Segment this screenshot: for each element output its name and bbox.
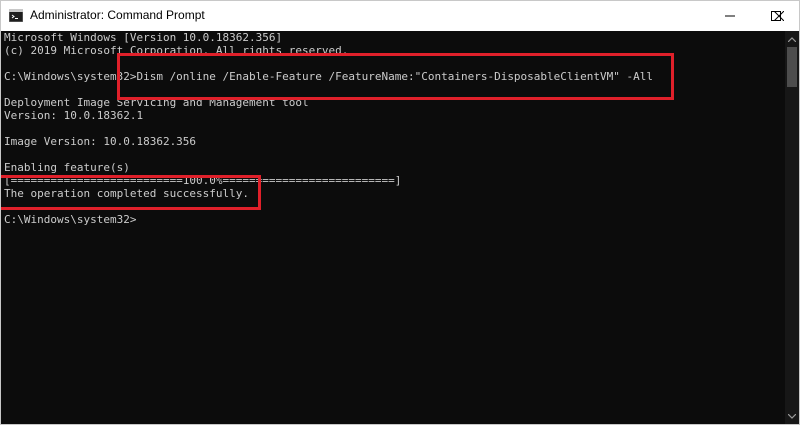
title-bar[interactable]: Administrator: Command Prompt <box>1 1 799 31</box>
close-icon <box>774 11 784 21</box>
window-title: Administrator: Command Prompt <box>30 8 205 22</box>
scroll-up-button[interactable] <box>785 31 799 47</box>
console-output[interactable]: Microsoft Windows [Version 10.0.18362.35… <box>1 31 785 424</box>
cmd-icon <box>9 9 23 22</box>
progress-line: [==========================100.0%=======… <box>4 174 402 187</box>
vertical-scrollbar[interactable] <box>785 31 799 424</box>
command-prompt-window: Administrator: Command Prompt Microsoft … <box>0 0 800 425</box>
command-line: C:\Windows\system32>Dism /online /Enable… <box>4 70 654 83</box>
console-line: Enabling feature(s) <box>4 161 130 174</box>
console-line: Version: 10.0.18362.1 <box>4 109 144 122</box>
chevron-down-icon <box>788 413 796 419</box>
console-line: Image Version: 10.0.18362.356 <box>4 135 197 148</box>
close-button[interactable] <box>759 1 799 31</box>
scroll-thumb[interactable] <box>787 47 797 87</box>
scroll-down-button[interactable] <box>785 408 799 424</box>
prompt-line: C:\Windows\system32> <box>4 213 137 226</box>
console-line: Deployment Image Servicing and Managemen… <box>4 96 309 109</box>
success-message: The operation completed successfully. <box>4 187 250 200</box>
console-line: Microsoft Windows [Version 10.0.18362.35… <box>4 31 283 44</box>
chevron-up-icon <box>788 36 796 42</box>
console-line: (c) 2019 Microsoft Corporation. All righ… <box>4 44 349 57</box>
minimize-button[interactable] <box>707 1 753 31</box>
minimize-icon <box>725 15 735 17</box>
